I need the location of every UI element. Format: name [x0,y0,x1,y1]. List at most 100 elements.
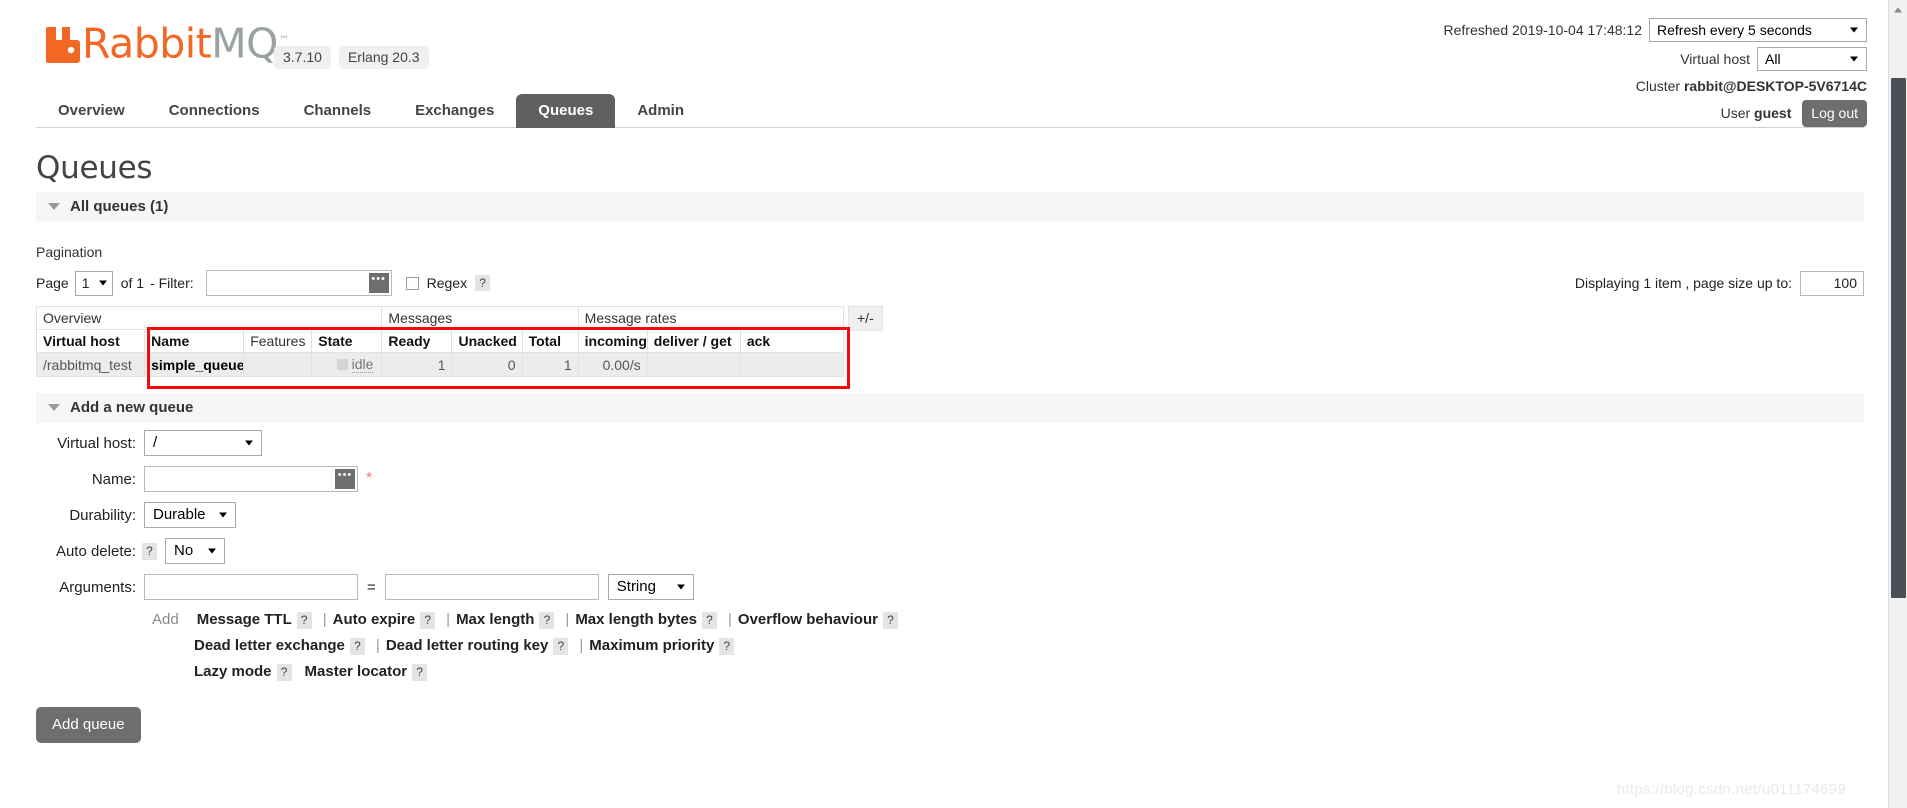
cell-virtual-host: /rabbitmq_test [35,352,146,377]
preset-max-length[interactable]: Max length [456,607,534,633]
regex-help-icon[interactable]: ? [475,275,491,291]
add-queue-section-header[interactable]: Add a new queue [36,393,1864,423]
form-select-durability[interactable]: Durable [144,502,236,528]
preset-master-locator[interactable]: Master locator [305,659,408,685]
regex-label: Regex [426,275,468,291]
watermark-text: https://blog.csdn.net/u011174699 [1616,781,1846,798]
logo-trademark: ™ [278,35,289,46]
all-queues-label: All queues (1) [70,198,169,215]
form-row-virtual-host: Virtual host: / [36,427,1864,459]
page-scrollbar[interactable] [1888,0,1907,808]
filter-label: - Filter: [150,275,194,291]
tab-connections[interactable]: Connections [147,94,282,128]
page-title: Queues [36,150,153,186]
preset-max-length-bytes[interactable]: Max length bytes [575,607,697,633]
cell-features [243,352,313,377]
column-header-name[interactable]: Name [144,329,245,353]
preset-separator: | [728,611,732,628]
displaying-text: Displaying 1 item , page size up to: [1574,275,1792,291]
column-header-ready[interactable]: Ready [381,329,453,353]
form-label-arguments: Arguments: [59,578,136,596]
form-row-name: Name: ••• * [36,463,1864,495]
refreshed-timestamp: Refreshed 2019-10-04 17:48:12 [1443,22,1642,38]
add-queue-collapse-caret-icon[interactable] [48,404,60,411]
add-queue-section-title: Add a new queue [70,399,194,416]
column-header-unacked[interactable]: Unacked [451,329,523,353]
message-ttl-help-icon[interactable]: ? [296,611,312,629]
tab-exchanges[interactable]: Exchanges [393,94,516,128]
name-expand-icon[interactable]: ••• [335,469,355,489]
form-input-argument-key[interactable] [144,574,358,600]
tab-channels[interactable]: Channels [282,94,394,128]
queues-table: Overview Messages Message rates Virtual … [35,306,845,377]
add-argument-label: Add [152,611,179,628]
column-header-ack[interactable]: ack [739,329,845,353]
rabbitmq-logo[interactable]: RabbitMQ™ [46,22,289,64]
preset-message-ttl[interactable]: Message TTL [197,607,292,633]
column-header-deliver-get[interactable]: deliver / get [646,329,741,353]
table-column-header-row: Virtual host Name Features State Ready U… [35,329,845,353]
cell-queue-name[interactable]: simple_queue [144,352,245,377]
dead-letter-exchange-help-icon[interactable]: ? [349,637,365,655]
page-size-input[interactable]: 100 [1800,270,1864,296]
pagination-controls: Page 1 of 1 - Filter: ••• Regex ? Displa… [36,268,1864,298]
column-header-state[interactable]: State [311,329,383,353]
form-select-argument-type[interactable]: String [607,574,694,600]
column-header-incoming[interactable]: incoming [577,329,648,353]
group-header-overview: Overview [35,306,383,330]
add-queue-button[interactable]: Add queue [36,707,141,743]
displaying-info: Displaying 1 item , page size up to: 100 [1574,270,1864,296]
all-queues-section-header[interactable]: All queues (1) [36,192,1864,222]
preset-dead-letter-exchange[interactable]: Dead letter exchange [194,633,345,659]
tab-overview[interactable]: Overview [36,94,147,128]
collapse-caret-icon[interactable] [48,203,60,210]
preset-separator: | [375,637,380,654]
preset-dead-letter-routing-key[interactable]: Dead letter routing key [386,633,549,659]
master-locator-help-icon[interactable]: ? [412,663,428,681]
preset-separator: | [322,611,327,628]
main-navigation: Overview Connections Channels Exchanges … [0,92,1888,128]
page-word-label: Page [36,275,69,291]
lazy-mode-help-icon[interactable]: ? [276,663,292,681]
tab-admin[interactable]: Admin [615,94,706,128]
column-header-total[interactable]: Total [521,329,579,353]
form-select-auto-delete[interactable]: No [165,538,225,564]
overflow-behaviour-help-icon[interactable]: ? [882,611,898,629]
app-header: RabbitMQ™ 3.7.10 Erlang 20.3 Refreshed 2… [0,0,1888,127]
column-toggle-button[interactable]: +/- [848,306,883,331]
maximum-priority-help-icon[interactable]: ? [719,637,735,655]
auto-delete-help-icon[interactable]: ? [142,542,157,560]
form-row-auto-delete: Auto delete: ? No [36,535,1864,567]
column-header-virtual-host[interactable]: Virtual host [35,329,146,353]
state-text: idle [351,356,374,373]
max-length-bytes-help-icon[interactable]: ? [702,611,718,629]
group-header-message-rates: Message rates [577,306,845,330]
preset-lazy-mode[interactable]: Lazy mode [194,659,272,685]
form-input-name[interactable]: ••• [144,466,358,492]
page-root: RabbitMQ™ 3.7.10 Erlang 20.3 Refreshed 2… [0,0,1888,808]
filter-expand-icon[interactable]: ••• [368,273,389,293]
refresh-interval-select[interactable]: Refresh every 5 seconds [1649,18,1867,42]
argument-presets-line-2: Dead letter exchange ? | Dead letter rou… [194,633,1864,659]
queues-table-wrap: Overview Messages Message rates Virtual … [35,306,883,389]
form-label-auto-delete: Auto delete: [55,542,136,560]
auto-expire-help-icon[interactable]: ? [420,611,436,629]
preset-maximum-priority[interactable]: Maximum priority [589,633,714,659]
group-header-messages: Messages [381,306,579,330]
max-length-help-icon[interactable]: ? [539,611,555,629]
preset-auto-expire[interactable]: Auto expire [333,607,416,633]
preset-overflow-behaviour[interactable]: Overflow behaviour [738,607,878,633]
form-select-virtual-host[interactable]: / [144,430,262,456]
scrollbar-thumb[interactable] [1891,78,1906,598]
preset-separator: | [565,611,570,628]
tab-queues[interactable]: Queues [516,94,616,128]
refresh-row: Refreshed 2019-10-04 17:48:12 Refresh ev… [1444,18,1867,42]
table-row[interactable]: /rabbitmq_test simple_queue idle 1 0 1 0… [35,352,845,377]
vhost-filter-select[interactable]: All [1757,47,1867,71]
page-number-select[interactable]: 1 [74,270,113,296]
scrollbar-up-arrow-icon[interactable] [1889,0,1907,19]
form-input-argument-value[interactable] [384,574,599,600]
dead-letter-routing-key-help-icon[interactable]: ? [553,637,569,655]
regex-checkbox[interactable] [405,276,419,290]
filter-input[interactable]: ••• [205,270,392,296]
